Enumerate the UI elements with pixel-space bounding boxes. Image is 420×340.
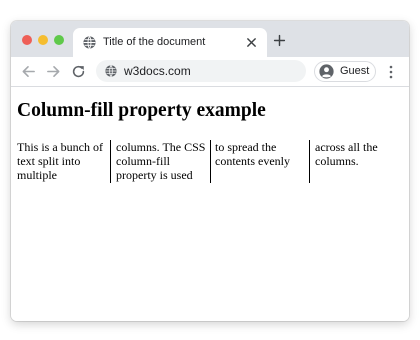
tab-title: Title of the document <box>103 36 206 48</box>
column-rule <box>110 140 111 183</box>
toolbar: w3docs.com Guest <box>11 57 409 87</box>
window-close-button[interactable] <box>22 35 32 45</box>
profile-button[interactable]: Guest <box>314 61 376 82</box>
page-heading: Column-fill property example <box>17 100 266 121</box>
tab-active[interactable]: Title of the document <box>73 28 267 57</box>
tab-strip: Title of the document <box>11 21 409 57</box>
browser-window: Title of the document w3docs.com Guest C… <box>11 21 409 321</box>
profile-name: Guest <box>340 65 370 77</box>
column-rule <box>309 140 310 183</box>
page-content: Column-fill property example This is a b… <box>11 87 409 321</box>
arrow-right-icon[interactable] <box>46 64 61 79</box>
window-minimize-button[interactable] <box>38 35 48 45</box>
globe-icon <box>105 65 117 77</box>
window-maximize-button[interactable] <box>54 35 64 45</box>
text-column-2: columns. The CSS column-fill property is… <box>116 140 206 182</box>
reload-icon[interactable] <box>71 64 86 79</box>
arrow-left-icon[interactable] <box>21 64 36 79</box>
plus-icon[interactable] <box>273 34 286 47</box>
url-text: w3docs.com <box>124 64 191 78</box>
globe-icon <box>83 36 96 49</box>
text-column-1: This is a bunch of text split into multi… <box>17 140 103 182</box>
close-icon[interactable] <box>245 36 258 49</box>
column-rule <box>210 140 211 183</box>
avatar-icon <box>319 64 334 79</box>
address-bar[interactable]: w3docs.com <box>96 60 306 82</box>
multi-column-text: This is a bunch of text split into multi… <box>17 140 405 186</box>
text-column-3: to spread the contents evenly <box>215 140 290 168</box>
kebab-menu-icon[interactable] <box>387 65 395 79</box>
text-column-4: across all the columns. <box>315 140 378 168</box>
